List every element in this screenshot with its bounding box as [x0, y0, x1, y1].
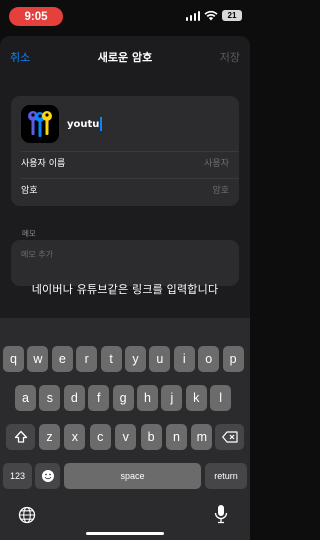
key-i[interactable]: i	[173, 346, 195, 372]
text-caret	[100, 117, 102, 131]
username-label: 사용자 이름	[21, 159, 66, 169]
key-c[interactable]: c	[89, 424, 111, 450]
key-l[interactable]: l	[210, 385, 232, 411]
title-input-value: youtu	[67, 118, 100, 130]
keys-icon	[21, 105, 59, 143]
key-b[interactable]: b	[140, 424, 162, 450]
shift-icon	[14, 430, 27, 443]
memo-input[interactable]: 메모 추가	[11, 240, 239, 286]
key-p[interactable]: p	[222, 346, 244, 372]
key-f[interactable]: f	[88, 385, 110, 411]
emoji-icon	[41, 470, 54, 482]
delete-key[interactable]	[215, 424, 244, 450]
instruction-caption: 네이버나 유튜브같은 링크를 입력합니다	[31, 283, 219, 296]
username-input[interactable]: 사용자	[204, 156, 229, 169]
emoji-key[interactable]	[35, 463, 60, 489]
key-w[interactable]: w	[27, 346, 49, 372]
key-a[interactable]: a	[15, 385, 36, 411]
nav-bar: 취소 새로운 암호 저장	[0, 36, 250, 76]
key-z[interactable]: z	[39, 424, 60, 450]
signal-icon	[185, 10, 200, 21]
status-time: 9:05	[9, 7, 63, 26]
key-k[interactable]: k	[185, 385, 207, 411]
key-n[interactable]: n	[166, 424, 187, 450]
password-label: 암호	[21, 186, 38, 196]
key-t[interactable]: t	[100, 346, 122, 372]
key-o[interactable]: o	[198, 346, 220, 372]
space-key[interactable]: space	[64, 463, 201, 489]
key-r[interactable]: r	[76, 346, 98, 372]
save-button[interactable]: 저장	[220, 49, 240, 65]
mic-icon[interactable]	[214, 504, 228, 524]
battery-icon: 21	[222, 10, 242, 21]
username-row[interactable]: 사용자 이름 사용자	[21, 151, 229, 175]
numbers-key[interactable]: 123	[3, 463, 32, 489]
key-j[interactable]: j	[161, 385, 183, 411]
shift-key[interactable]	[6, 424, 35, 450]
page-title: 새로운 암호	[97, 51, 153, 64]
delete-icon	[221, 431, 238, 443]
return-key[interactable]: return	[205, 463, 247, 489]
key-q[interactable]: q	[3, 346, 24, 372]
home-indicator	[86, 532, 164, 535]
key-s[interactable]: s	[39, 385, 61, 411]
key-e[interactable]: e	[51, 346, 73, 372]
keyboard: qwertyuiop asdfghjkl zxcvbnm 123 space r…	[0, 318, 250, 540]
status-indicators: 21	[185, 10, 242, 21]
entry-card: youtu 사용자 이름 사용자 암호 암호	[11, 96, 239, 206]
key-u[interactable]: u	[149, 346, 171, 372]
password-row[interactable]: 암호 암호	[21, 178, 229, 202]
key-h[interactable]: h	[137, 385, 158, 411]
wifi-icon	[204, 10, 218, 21]
title-input[interactable]: youtu	[67, 117, 102, 131]
globe-icon[interactable]	[18, 506, 36, 524]
key-g[interactable]: g	[112, 385, 134, 411]
key-x[interactable]: x	[64, 424, 86, 450]
key-y[interactable]: y	[125, 346, 146, 372]
memo-placeholder: 메모 추가	[21, 250, 53, 259]
key-m[interactable]: m	[191, 424, 213, 450]
key-d[interactable]: d	[63, 385, 85, 411]
memo-header: 메모	[22, 229, 36, 238]
password-input[interactable]: 암호	[212, 183, 229, 196]
key-v[interactable]: v	[115, 424, 137, 450]
status-bar: 9:05 21	[0, 0, 250, 36]
